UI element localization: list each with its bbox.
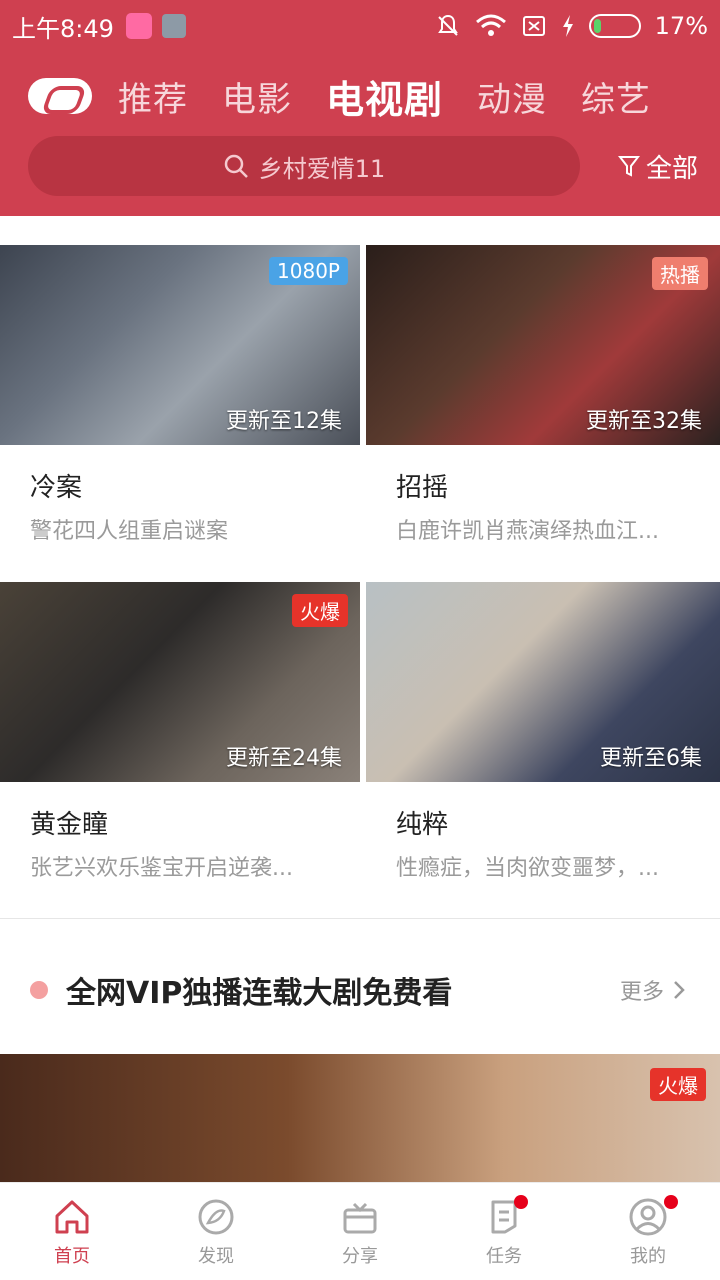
- hot-badge: 火爆: [650, 1068, 706, 1101]
- compass-icon: [198, 1199, 234, 1234]
- drama-subtitle: 张艺兴欢乐鉴宝开启逆袭...: [30, 856, 293, 881]
- hot-badge: 热播: [652, 257, 708, 290]
- episode-update: 更新至6集: [600, 746, 702, 771]
- mute-bell-icon: [437, 14, 458, 36]
- nav-tasks[interactable]: 任务: [432, 1183, 576, 1280]
- nav-home-label: 首页: [54, 1245, 90, 1267]
- tab-variety[interactable]: 综艺: [581, 72, 651, 121]
- tasks-notification-dot: [514, 1195, 528, 1209]
- drama-subtitle: 性瘾症，当肉欲变噩梦，...: [396, 856, 659, 881]
- section-title: 全网VIP独播连载大剧免费看: [66, 976, 453, 1011]
- app-logo-icon[interactable]: [28, 78, 92, 114]
- battery-percent: 17%: [654, 12, 708, 40]
- nav-discover-label: 发现: [198, 1245, 234, 1267]
- search-input[interactable]: 乡村爱情11: [28, 136, 580, 196]
- nav-home[interactable]: 首页: [0, 1183, 144, 1280]
- chevron-right-icon: [674, 981, 685, 999]
- tab-movie[interactable]: 电影: [222, 72, 292, 121]
- search-row: 乡村爱情11 全部: [28, 136, 698, 196]
- gift-icon: [343, 1202, 377, 1233]
- search-icon: [224, 154, 248, 178]
- section-dot-icon: [30, 981, 48, 999]
- battery-icon: [588, 14, 641, 38]
- drama-thumbnail[interactable]: 火爆 更新至24集: [0, 582, 360, 782]
- more-label: 更多: [619, 980, 664, 1005]
- status-time: 上午8:49: [12, 14, 114, 43]
- episode-update: 更新至32集: [586, 409, 702, 434]
- more-link[interactable]: 更多: [620, 974, 686, 1006]
- tab-recommend[interactable]: 推荐: [118, 72, 188, 121]
- status-right: 17%: [435, 12, 708, 40]
- bottom-nav: 首页 发现 分享 任务 我的: [0, 1182, 720, 1280]
- header: 上午8:49 17% 推荐 电影 电视剧 动漫 综艺 乡村爱情11 全部: [0, 0, 720, 216]
- nav-profile[interactable]: 我的: [576, 1183, 720, 1280]
- quality-badge: 1080P: [269, 257, 348, 285]
- drama-title[interactable]: 纯粹: [396, 804, 448, 841]
- drama-subtitle: 警花四人组重启谜案: [30, 519, 229, 544]
- battery-level: [593, 19, 601, 33]
- status-bar: 上午8:49 17%: [0, 0, 720, 52]
- drama-subtitle: 白鹿许凯肖燕演绎热血江...: [396, 519, 659, 544]
- tab-tv-series[interactable]: 电视剧: [326, 69, 443, 124]
- filter-button[interactable]: 全部: [617, 148, 698, 185]
- nav-tasks-label: 任务: [486, 1245, 522, 1267]
- section-header: 全网VIP独播连载大剧免费看 更多: [0, 960, 720, 1020]
- nav-share-label: 分享: [342, 1245, 378, 1267]
- hot-badge: 火爆: [292, 594, 348, 627]
- profile-notification-dot: [664, 1195, 678, 1209]
- nav-discover[interactable]: 发现: [144, 1183, 288, 1280]
- drama-thumbnail[interactable]: 热播 更新至32集: [366, 245, 720, 445]
- tab-anime[interactable]: 动漫: [477, 72, 547, 121]
- section-divider: [0, 918, 720, 919]
- app-root: 上午8:49 17% 推荐 电影 电视剧 动漫 综艺 乡村爱情11 全部 108…: [0, 0, 720, 1280]
- nav-profile-label: 我的: [630, 1245, 666, 1267]
- drama-title[interactable]: 黄金瞳: [30, 804, 108, 841]
- category-tabs: 推荐 电影 电视剧 动漫 综艺: [118, 69, 685, 124]
- profile-icon: [629, 1198, 667, 1235]
- episode-update: 更新至12集: [226, 409, 342, 434]
- drama-title[interactable]: 招摇: [396, 467, 448, 504]
- drama-thumbnail[interactable]: 更新至6集: [366, 582, 720, 782]
- message-notification-icon: [161, 14, 186, 38]
- featured-banner[interactable]: 火爆: [0, 1054, 720, 1182]
- no-sim-icon: [522, 16, 545, 36]
- home-icon: [55, 1200, 89, 1233]
- nav-share[interactable]: 分享: [288, 1183, 432, 1280]
- drama-title[interactable]: 冷案: [30, 467, 82, 504]
- search-placeholder: 乡村爱情11: [258, 154, 386, 183]
- filter-icon: [617, 156, 640, 177]
- filter-label: 全部: [645, 153, 698, 184]
- charging-icon: [562, 15, 573, 37]
- drama-thumbnail[interactable]: 1080P 更新至12集: [0, 245, 360, 445]
- episode-update: 更新至24集: [226, 746, 342, 771]
- wifi-icon: [475, 14, 506, 36]
- top-nav: 推荐 电影 电视剧 动漫 综艺: [0, 66, 720, 126]
- app-notification-icon: [125, 13, 152, 39]
